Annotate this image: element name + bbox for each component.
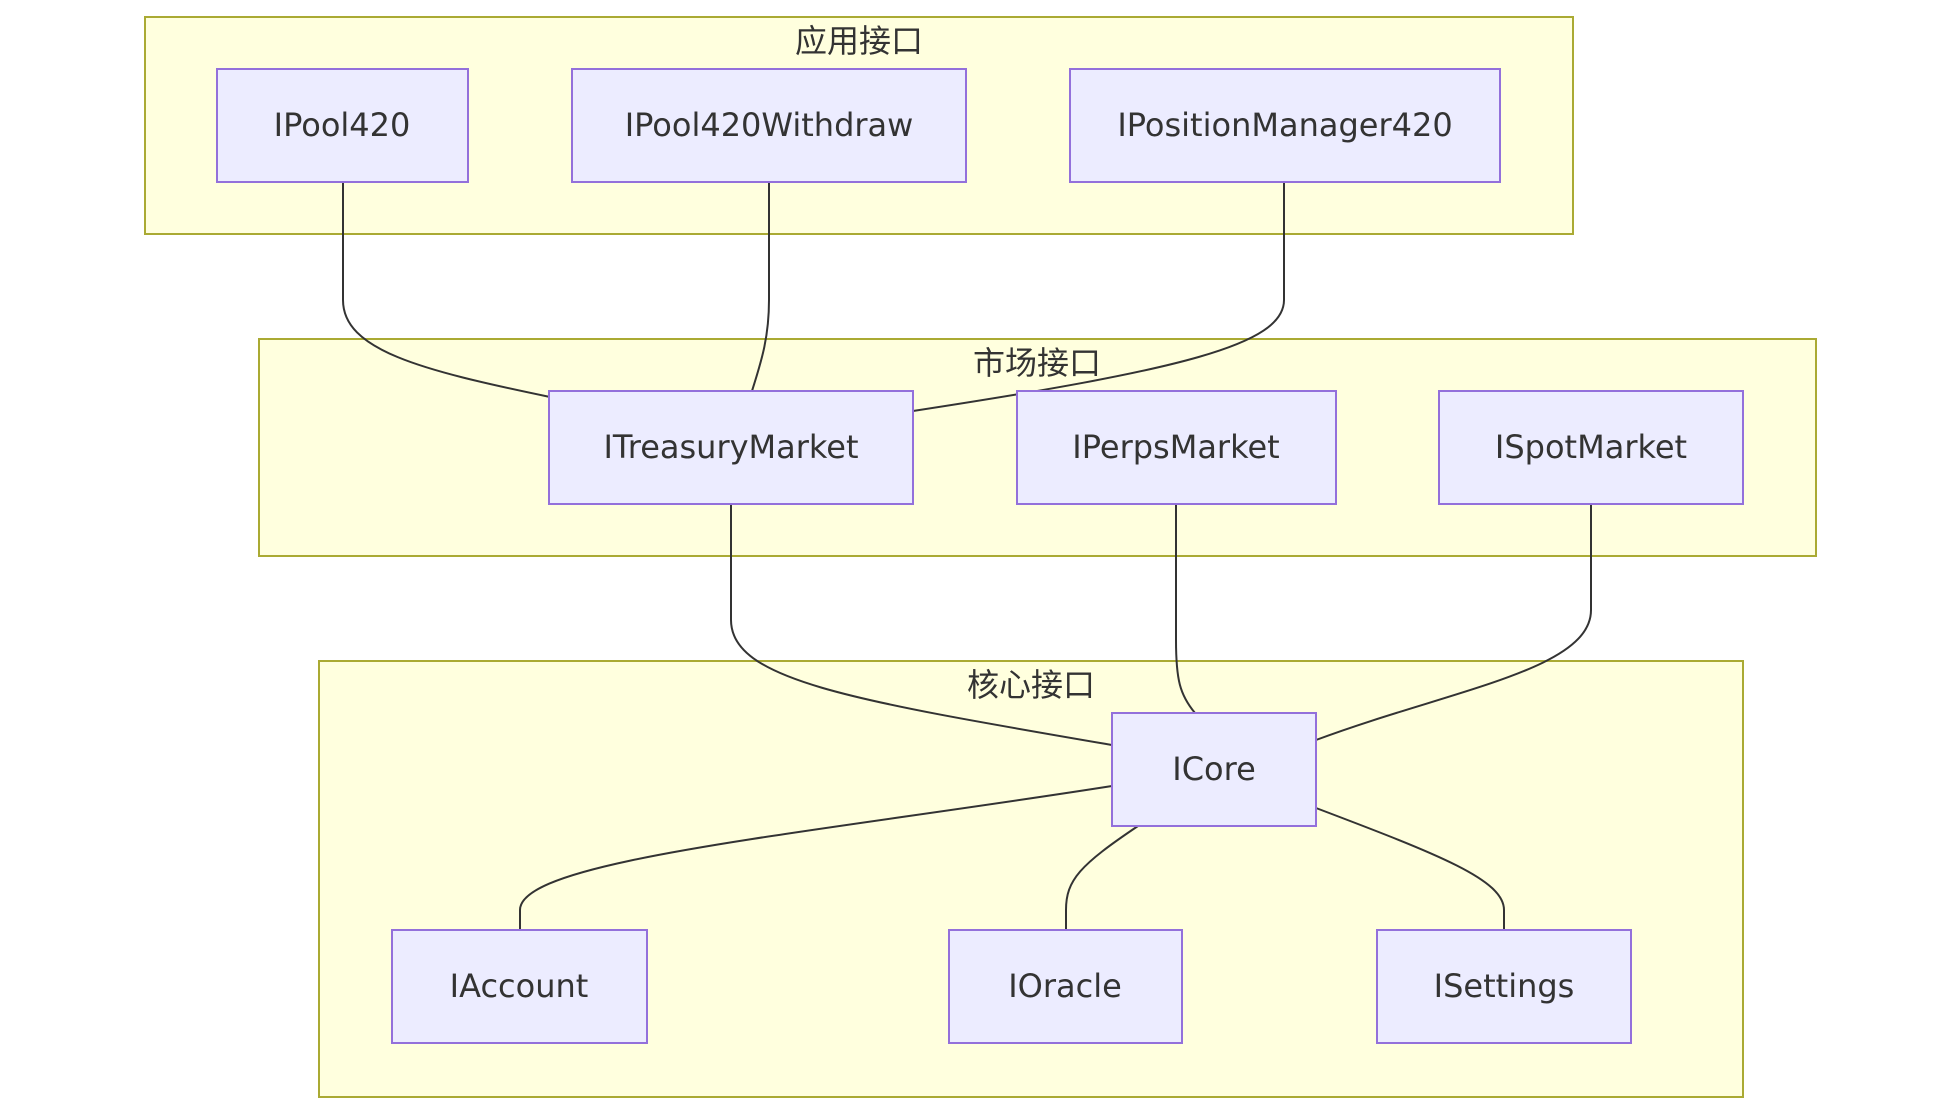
node-ispotmarket-label: ISpotMarket bbox=[1495, 428, 1687, 466]
node-icore[interactable]: ICore bbox=[1111, 712, 1317, 827]
cluster-market-label: 市场接口 bbox=[973, 344, 1101, 382]
node-ispotmarket[interactable]: ISpotMarket bbox=[1438, 390, 1744, 505]
node-ipositionmanager420-label: IPositionManager420 bbox=[1117, 106, 1452, 144]
node-ipositionmanager420[interactable]: IPositionManager420 bbox=[1069, 68, 1501, 183]
node-iperpsmarket[interactable]: IPerpsMarket bbox=[1016, 390, 1337, 505]
architecture-diagram: 应用接口 市场接口 核心接口 IPool420 IPool420Withdraw… bbox=[144, 16, 1817, 1098]
node-isettings[interactable]: ISettings bbox=[1376, 929, 1632, 1044]
node-itreasurymarket[interactable]: ITreasuryMarket bbox=[548, 390, 914, 505]
node-ioracle-label: IOracle bbox=[1008, 967, 1122, 1005]
node-ipool420[interactable]: IPool420 bbox=[216, 68, 469, 183]
node-iaccount-label: IAccount bbox=[450, 967, 589, 1005]
cluster-core-label: 核心接口 bbox=[967, 666, 1095, 704]
node-iaccount[interactable]: IAccount bbox=[391, 929, 648, 1044]
node-ipool420-label: IPool420 bbox=[274, 106, 411, 144]
cluster-app-label: 应用接口 bbox=[795, 22, 923, 60]
node-isettings-label: ISettings bbox=[1434, 967, 1575, 1005]
node-icore-label: ICore bbox=[1172, 750, 1256, 788]
node-itreasurymarket-label: ITreasuryMarket bbox=[603, 428, 858, 466]
node-ipool420withdraw[interactable]: IPool420Withdraw bbox=[571, 68, 967, 183]
node-iperpsmarket-label: IPerpsMarket bbox=[1072, 428, 1279, 466]
node-ipool420withdraw-label: IPool420Withdraw bbox=[625, 106, 914, 144]
node-ioracle[interactable]: IOracle bbox=[948, 929, 1183, 1044]
